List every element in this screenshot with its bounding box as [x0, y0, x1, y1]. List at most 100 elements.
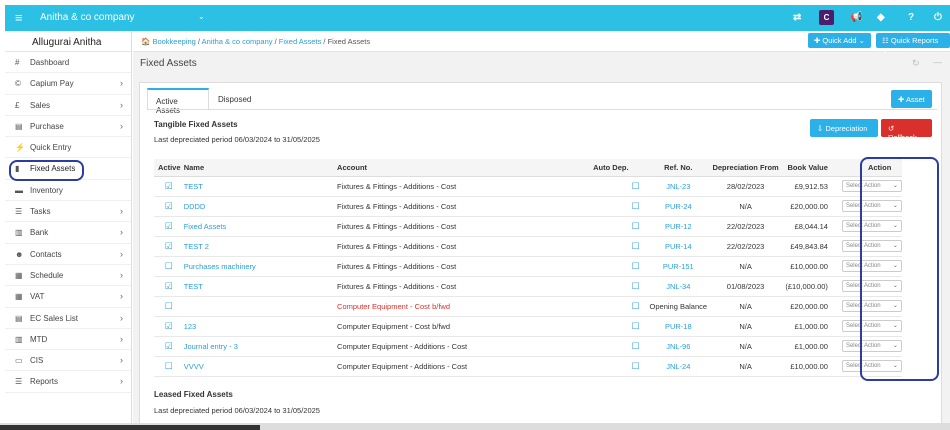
sidebar-item-vat[interactable]: ▦ VAT ›	[5, 286, 131, 308]
auto-dep-checkbox[interactable]: ☐	[631, 261, 639, 271]
home-icon[interactable]: 🏠	[141, 37, 150, 46]
active-checkbox[interactable]: ☑	[165, 241, 173, 251]
breadcrumb-company[interactable]: Anitha & co company	[202, 37, 273, 46]
sidebar-item-label: Reports	[30, 377, 59, 387]
asset-name-link[interactable]: 123	[184, 322, 197, 331]
auto-dep-checkbox[interactable]: ☐	[631, 301, 639, 311]
ref-no[interactable]: JNL-24	[666, 362, 690, 371]
col-active: Active	[154, 159, 184, 177]
active-checkbox[interactable]: ☑	[165, 201, 173, 211]
auto-dep-checkbox[interactable]: ☐	[631, 241, 639, 251]
sidebar-item-capium-pay[interactable]: © Capium Pay ›	[5, 73, 131, 95]
table-row: ☑ Journal entry - 3 Computer Equipment - A…	[154, 336, 902, 357]
active-checkbox[interactable]: ☑	[165, 341, 173, 351]
chevron-right-icon: ›	[120, 312, 123, 323]
asset-name-link[interactable]: Fixed Assets	[184, 222, 227, 231]
table-row: ☐ Purchases machinery Fixtures & Fittings …	[154, 256, 902, 277]
auto-dep-checkbox[interactable]: ☐	[631, 341, 639, 351]
depreciation-button[interactable]: ⇩ Depreciation	[810, 119, 878, 137]
active-checkbox[interactable]: ☐	[165, 301, 173, 311]
ref-no[interactable]: JNL-96	[666, 342, 690, 351]
auto-dep-checkbox[interactable]: ☐	[631, 281, 639, 291]
hamburger-menu-icon[interactable]: ≡	[15, 10, 23, 25]
quick-add-button[interactable]: ✚ Quick Add ⌄	[808, 33, 871, 48]
help-icon[interactable]: ?	[908, 12, 914, 23]
sidebar-item-quick-entry[interactable]: ⚡ Quick Entry	[5, 137, 131, 159]
active-checkbox[interactable]: ☑	[165, 221, 173, 231]
depreciation-from: N/A	[739, 261, 752, 271]
ref-no[interactable]: JNL-34	[666, 282, 690, 291]
sidebar-item-purchase[interactable]: ▤ Purchase ›	[5, 116, 131, 138]
rollback-button[interactable]: ↺ Rollback	[881, 119, 932, 142]
asset-name-link[interactable]: TEST 2	[184, 242, 209, 251]
tab-disposed[interactable]: Disposed	[210, 88, 260, 110]
active-checkbox[interactable]: ☑	[165, 181, 173, 191]
sidebar-item-cis[interactable]: ▭ CIS ›	[5, 350, 131, 372]
active-checkbox[interactable]: ☑	[165, 281, 173, 291]
ref-no[interactable]: PUR-14	[665, 242, 692, 251]
auto-dep-checkbox[interactable]: ☐	[631, 321, 639, 331]
sidebar-item-contacts[interactable]: ☻ Contacts ›	[5, 244, 131, 265]
ref-no[interactable]: PUR-24	[665, 202, 692, 211]
breadcrumb-bookkeeping[interactable]: Bookkeeping	[152, 37, 195, 46]
auto-dep-checkbox[interactable]: ☐	[631, 181, 639, 191]
depreciation-from: N/A	[739, 201, 752, 211]
asset-name-link[interactable]: TEST	[184, 282, 203, 291]
active-checkbox[interactable]: ☐	[165, 361, 173, 371]
ref-no[interactable]: PUR-18	[665, 322, 692, 331]
sidebar-item-sales[interactable]: £ Sales ›	[5, 95, 131, 116]
sidebar-item-mtd[interactable]: ▥ MTD ›	[5, 329, 131, 351]
account-name: Fixtures & Fittings - Additions - Cost	[337, 261, 457, 271]
ref-no[interactable]: JNL-23	[666, 182, 690, 191]
rollback-label: Rollback	[888, 133, 917, 142]
breadcrumb-fixed-assets[interactable]: Fixed Assets	[279, 37, 322, 46]
account-name: Fixtures & Fittings - Additions - Cost	[337, 281, 457, 291]
asset-name-link[interactable]: TEST	[184, 182, 203, 191]
chevron-right-icon: ›	[120, 269, 123, 280]
ref-no[interactable]: PUR-12	[665, 222, 692, 231]
sidebar-icon: ☰	[15, 377, 23, 387]
breadcrumb-current: Fixed Assets	[327, 37, 371, 46]
asset-name-link[interactable]: DDDD	[184, 202, 206, 211]
table-row: ☑ DDDD Fixtures & Fittings - Additions - C…	[154, 196, 902, 217]
sidebar-item-label: Sales	[30, 100, 51, 110]
sidebar-item-tasks[interactable]: ☰ Tasks ›	[5, 201, 131, 223]
asset-name-link[interactable]: Journal entry - 3	[184, 342, 238, 351]
auto-dep-checkbox[interactable]: ☐	[631, 221, 639, 231]
refresh-icon[interactable]: ↻	[912, 58, 920, 69]
tag-icon[interactable]: ◆	[877, 12, 885, 23]
asset-name-link[interactable]: VVVV	[184, 362, 204, 371]
power-icon[interactable]: ⏻	[934, 12, 942, 23]
sidebar-item-label: Schedule	[30, 270, 64, 280]
sidebar-icon: ▤	[15, 313, 23, 323]
leased-title: Leased Fixed Assets	[154, 390, 233, 399]
sidebar-item-ec-sales-list[interactable]: ▤ EC Sales List ›	[5, 308, 131, 329]
sidebar-item-dashboard[interactable]: # Dashboard	[5, 52, 131, 74]
sidebar-item-schedule[interactable]: ▦ Schedule ›	[5, 265, 131, 287]
quick-reports-button[interactable]: ☷ Quick Reports ⌄	[876, 33, 950, 54]
announcement-icon[interactable]: 📢	[850, 12, 862, 23]
ref-no[interactable]: PUR-151	[663, 262, 694, 271]
tab-active-assets[interactable]: Active Assets	[147, 88, 209, 115]
depreciation-label: Depreciation	[825, 124, 868, 133]
sidebar-item-label: VAT	[30, 292, 45, 302]
page-header: Fixed Assets ↻ —	[133, 52, 950, 76]
add-asset-button[interactable]: ✚ Asset	[891, 90, 932, 108]
auto-dep-checkbox[interactable]: ☐	[631, 201, 639, 211]
sidebar-item-inventory[interactable]: ▬ Inventory	[5, 180, 131, 202]
quick-reports-label: Quick Reports	[890, 36, 939, 45]
sidebar-item-reports[interactable]: ☰ Reports ›	[5, 371, 131, 393]
capium-icon[interactable]: C	[819, 10, 834, 25]
sidebar-item-bank[interactable]: ▥ Bank ›	[5, 222, 131, 244]
transfer-icon[interactable]: ⇄	[793, 12, 801, 23]
company-selector[interactable]: Anitha & co company	[40, 12, 135, 23]
minimize-icon[interactable]: —	[933, 57, 942, 67]
active-checkbox[interactable]: ☐	[165, 261, 173, 271]
active-checkbox[interactable]: ☑	[165, 321, 173, 331]
chevron-down-icon[interactable]: ⌄	[198, 12, 205, 21]
table-header-row: Active Name Account Auto Dep. Ref. No. D…	[154, 159, 902, 177]
sidebar-icon: ▦	[15, 292, 23, 302]
asset-name-link[interactable]: Purchases machinery	[184, 262, 256, 271]
assets-table: Active Name Account Auto Dep. Ref. No. D…	[154, 159, 902, 377]
auto-dep-checkbox[interactable]: ☐	[631, 361, 639, 371]
